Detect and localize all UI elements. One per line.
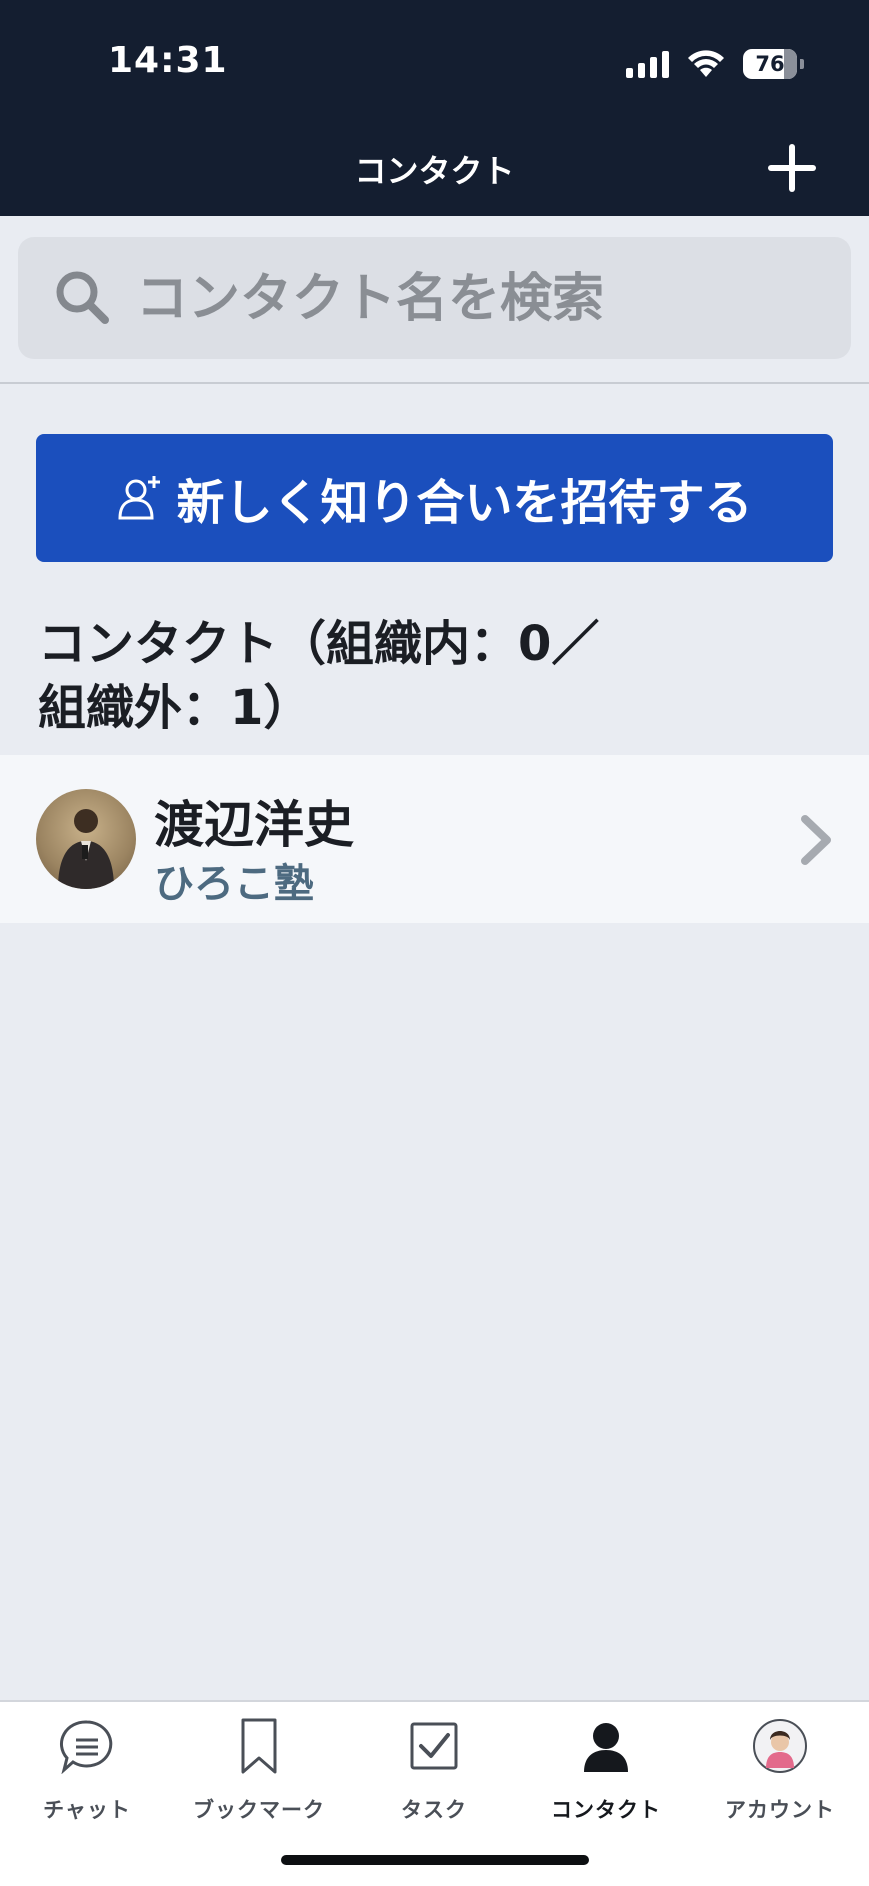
contact-avatar [36, 789, 136, 889]
home-indicator [281, 1855, 589, 1865]
tab-account[interactable]: アカウント [695, 1714, 865, 1824]
invite-button[interactable]: 新しく知り合いを招待する [36, 434, 833, 562]
invite-button-label: 新しく知り合いを招待する [176, 475, 753, 531]
contacts-section-title: コンタクト（組織内：0／ 組織外：1） [38, 612, 678, 740]
search-input[interactable] [134, 237, 838, 361]
chat-icon [59, 1720, 113, 1774]
cellular-signal-icon [626, 50, 669, 78]
add-person-icon [118, 476, 161, 520]
contact-list-item[interactable]: 渡辺洋史 ひろこ塾 [0, 755, 869, 923]
tab-task-label: タスク [401, 1798, 467, 1822]
status-icons: 76 [626, 46, 804, 82]
tab-account-label: アカウント [725, 1798, 835, 1822]
tab-chat[interactable]: チャット [2, 1714, 172, 1824]
account-avatar-icon [753, 1719, 807, 1773]
contact-organization: ひろこ塾 [154, 861, 314, 907]
wifi-icon [688, 50, 724, 77]
battery-level: 76 [755, 52, 785, 76]
tab-bookmark-label: ブックマーク [193, 1798, 325, 1822]
section-title-line1: コンタクト（組織内：0／ [38, 616, 600, 672]
battery-icon: 76 [743, 49, 804, 79]
top-bar: 14:31 76 コンタクト [0, 0, 869, 216]
search-icon [56, 271, 109, 324]
bookmark-icon [241, 1718, 277, 1774]
chevron-right-icon [801, 815, 831, 865]
tab-task[interactable]: タスク [349, 1714, 519, 1824]
task-checkbox-icon [410, 1722, 458, 1770]
tab-bookmark[interactable]: ブックマーク [174, 1714, 344, 1824]
tab-contact[interactable]: コンタクト [521, 1714, 691, 1824]
search-box[interactable] [18, 237, 851, 361]
status-time: 14:31 [108, 40, 228, 81]
contact-name: 渡辺洋史 [154, 796, 354, 854]
tab-contact-label: コンタクト [551, 1798, 661, 1822]
tab-chat-label: チャット [43, 1798, 131, 1822]
section-title-line2: 組織外：1） [38, 680, 312, 736]
page-title: コンタクト [354, 152, 515, 190]
person-icon [584, 1723, 628, 1772]
add-contact-button[interactable] [763, 140, 819, 196]
search-section [0, 216, 869, 384]
